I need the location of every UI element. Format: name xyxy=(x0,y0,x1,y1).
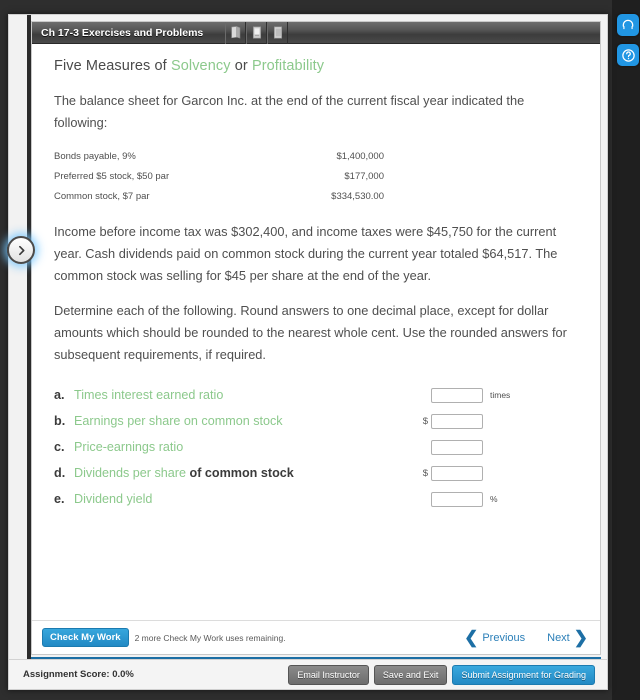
balance-value: $334,530.00 xyxy=(331,191,384,202)
chevron-right-icon[interactable] xyxy=(7,236,35,264)
submit-assignment-button[interactable]: Submit Assignment for Grading xyxy=(452,664,595,685)
requirement-letter: a. xyxy=(54,388,65,402)
assignment-score-label: Assignment Score: 0.0% xyxy=(23,669,134,680)
solvency-link[interactable]: Solvency xyxy=(171,58,231,74)
list-item: c. Price-earnings ratio xyxy=(54,434,578,460)
title-prefix: Five Measures of xyxy=(54,58,171,74)
balance-label: Preferred $5 stock, $50 par xyxy=(54,171,170,182)
balance-label: Bonds payable, 9% xyxy=(54,151,136,162)
answer-zone xyxy=(422,439,490,455)
answer-zone: % xyxy=(422,491,498,507)
requirement-letter: e. xyxy=(54,492,65,506)
requirement-label[interactable]: Dividend yield xyxy=(74,492,152,506)
page-title: Five Measures of Solvency or Profitabili… xyxy=(54,58,578,74)
list-item: a. Times interest earned ratio times xyxy=(54,382,578,408)
next-link[interactable]: Next xyxy=(547,632,570,644)
income-paragraph: Income before income tax was $302,400, a… xyxy=(54,224,558,283)
balance-sheet-table: Bonds payable, 9% $1,400,000 Preferred $… xyxy=(54,147,384,207)
answer-input-d[interactable] xyxy=(431,465,483,481)
window-title: Ch 17-3 Exercises and Problems xyxy=(41,26,204,39)
check-my-work-bar: Check My Work 2 more Check My Work uses … xyxy=(32,620,600,654)
requirement-letter: b. xyxy=(54,414,66,428)
list-item: b. Earnings per share on common stock $ xyxy=(54,408,578,434)
chevron-right-icon[interactable]: ❯ xyxy=(574,629,588,646)
requirement-letter: c. xyxy=(54,440,65,454)
list-item: e. Dividend yield % xyxy=(54,486,578,512)
print-icon[interactable] xyxy=(246,21,268,44)
save-and-exit-button[interactable]: Save and Exit xyxy=(373,664,448,685)
pagination-nav: ❮ Previous Next ❯ xyxy=(464,629,588,646)
window-title-bar: Ch 17-3 Exercises and Problems xyxy=(32,21,600,44)
answer-input-b[interactable] xyxy=(431,413,483,429)
title-tool-group xyxy=(225,21,289,44)
previous-link[interactable]: Previous xyxy=(482,632,525,644)
dollar-prefix: $ xyxy=(422,467,428,479)
email-instructor-button[interactable]: Email Instructor xyxy=(288,664,369,685)
support-rail xyxy=(612,0,640,700)
document-icon[interactable] xyxy=(267,21,289,44)
headset-icon[interactable] xyxy=(617,14,639,36)
list-item: d. Dividends per share of common stock $ xyxy=(54,460,578,486)
help-icon[interactable] xyxy=(617,44,639,66)
instructions-paragraph: Determine each of the following. Round a… xyxy=(54,303,567,362)
answer-input-a[interactable] xyxy=(431,387,483,403)
answer-unit: times xyxy=(490,390,511,400)
requirement-label[interactable]: Earnings per share on common stock xyxy=(74,414,283,428)
requirement-label[interactable]: Price-earnings ratio xyxy=(74,440,183,454)
title-mid: or xyxy=(230,58,252,74)
requirement-label[interactable]: Dividends per share of common stock xyxy=(74,466,294,480)
table-row: Common stock, $7 par $334,530.00 xyxy=(54,187,384,207)
assignment-footer: Assignment Score: 0.0% Email Instructor … xyxy=(9,659,607,689)
dollar-prefix: $ xyxy=(422,415,428,427)
answer-zone: $ xyxy=(422,413,490,429)
answer-zone: times xyxy=(422,387,511,403)
answer-input-e[interactable] xyxy=(431,491,483,507)
exercise-content: Five Measures of Solvency or Profitabili… xyxy=(32,44,600,620)
chevron-left-icon[interactable]: ❮ xyxy=(464,629,478,646)
profitability-link[interactable]: Profitability xyxy=(252,58,324,74)
balance-value: $1,400,000 xyxy=(336,151,384,162)
requirement-label[interactable]: Times interest earned ratio xyxy=(74,388,223,402)
exercise-card: Ch 17-3 Exercises and Problems Five Meas… xyxy=(31,21,601,655)
requirement-letter: d. xyxy=(54,466,66,480)
balance-value: $177,000 xyxy=(344,171,384,182)
answer-zone: $ xyxy=(422,465,490,481)
balance-label: Common stock, $7 par xyxy=(54,191,150,202)
table-row: Preferred $5 stock, $50 par $177,000 xyxy=(54,167,384,187)
requirements-list: a. Times interest earned ratio times b. … xyxy=(54,382,578,512)
intro-paragraph: The balance sheet for Garcon Inc. at the… xyxy=(54,93,525,130)
table-row: Bonds payable, 9% $1,400,000 xyxy=(54,147,384,167)
answer-unit: % xyxy=(490,494,498,504)
application-window: Ch 17-3 Exercises and Problems Five Meas… xyxy=(8,14,608,690)
answer-input-c[interactable] xyxy=(431,439,483,455)
footer-button-group: Email Instructor Save and Exit Submit As… xyxy=(288,664,595,685)
desktop-background: Ch 17-3 Exercises and Problems Five Meas… xyxy=(0,0,640,700)
ebook-icon[interactable] xyxy=(225,21,247,44)
check-my-work-uses-note: 2 more Check My Work uses remaining. xyxy=(134,632,286,643)
check-my-work-button[interactable]: Check My Work xyxy=(42,628,129,647)
